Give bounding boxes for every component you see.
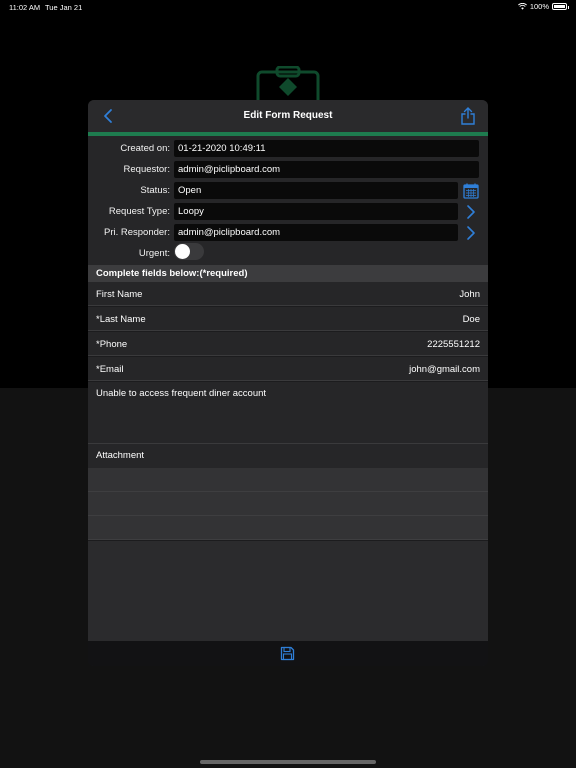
created-on-field[interactable]: 01-21-2020 10:49:11 [174, 140, 479, 157]
edit-form-request-dialog: Edit Form Request Created on: 01-21-2020… [88, 100, 488, 666]
field-value: 2225551212 [427, 339, 480, 350]
home-indicator[interactable] [200, 760, 376, 764]
created-on-row: Created on: 01-21-2020 10:49:11 [88, 140, 488, 158]
notes-text: Unable to access frequent diner account [96, 388, 267, 399]
attachment-row[interactable]: Attachment [88, 444, 488, 468]
requestor-label: Requestor: [123, 164, 170, 175]
attachment-slot[interactable] [88, 468, 488, 492]
wifi-icon [517, 3, 527, 10]
save-icon[interactable] [280, 646, 295, 661]
toggle-knob [175, 244, 190, 259]
request-type-label: Request Type: [108, 206, 170, 217]
status-label: Status: [140, 185, 170, 196]
status-right: 100% [517, 2, 569, 11]
status-field[interactable]: Open [174, 182, 458, 199]
request-type-row: Request Type: Loopy [88, 203, 488, 221]
calendar-icon[interactable] [462, 182, 480, 200]
field-label: *Last Name [96, 314, 146, 325]
field-label: *Phone [96, 339, 128, 350]
nav-bar: Edit Form Request [88, 100, 488, 132]
urgent-label: Urgent: [138, 248, 170, 259]
attachment-slot[interactable] [88, 516, 488, 540]
status-time: 11:02 AM [9, 3, 41, 12]
field-value: Doe [462, 314, 480, 325]
field-row-first-name[interactable]: First Name John [88, 282, 488, 306]
notes-textarea[interactable]: Unable to access frequent diner account [88, 382, 488, 444]
created-on-label: Created on: [120, 143, 170, 154]
battery-percent: 100% [529, 2, 549, 11]
request-header-form: Created on: 01-21-2020 10:49:11 Requesto… [88, 136, 488, 265]
field-row-phone[interactable]: *Phone 2225551212 [88, 332, 488, 356]
attachment-label: Attachment [96, 450, 145, 461]
bottom-toolbar [88, 641, 488, 666]
requestor-row: Requestor: admin@piclipboard.com [88, 161, 488, 179]
urgent-toggle[interactable] [174, 243, 204, 260]
field-value: john@gmail.com [409, 364, 480, 375]
page-title: Edit Form Request [243, 110, 333, 121]
responder-field[interactable]: admin@piclipboard.com [174, 224, 458, 241]
field-row-email[interactable]: *Email john@gmail.com [88, 357, 488, 381]
urgent-row: Urgent: [88, 243, 488, 263]
field-label: First Name [96, 289, 143, 300]
battery-icon [552, 3, 569, 10]
attachment-slot[interactable] [88, 492, 488, 516]
field-label: *Email [96, 364, 124, 375]
share-icon[interactable] [460, 107, 476, 125]
section-header: Complete fields below:(*required) [88, 265, 488, 282]
requestor-field[interactable]: admin@piclipboard.com [174, 161, 479, 178]
chevron-right-icon[interactable] [462, 203, 480, 221]
empty-area [88, 541, 488, 641]
field-row-last-name[interactable]: *Last Name Doe [88, 307, 488, 331]
status-row: Status: Open [88, 182, 488, 200]
request-type-field[interactable]: Loopy [174, 203, 458, 220]
chevron-right-icon[interactable] [462, 224, 480, 242]
field-value: John [459, 289, 480, 300]
status-bar: 11:02 AM Tue Jan 21 100% [0, 0, 576, 14]
responder-label: Pri. Responder: [103, 227, 170, 238]
status-date: Tue Jan 21 [45, 3, 83, 12]
responder-row: Pri. Responder: admin@piclipboard.com [88, 224, 488, 242]
